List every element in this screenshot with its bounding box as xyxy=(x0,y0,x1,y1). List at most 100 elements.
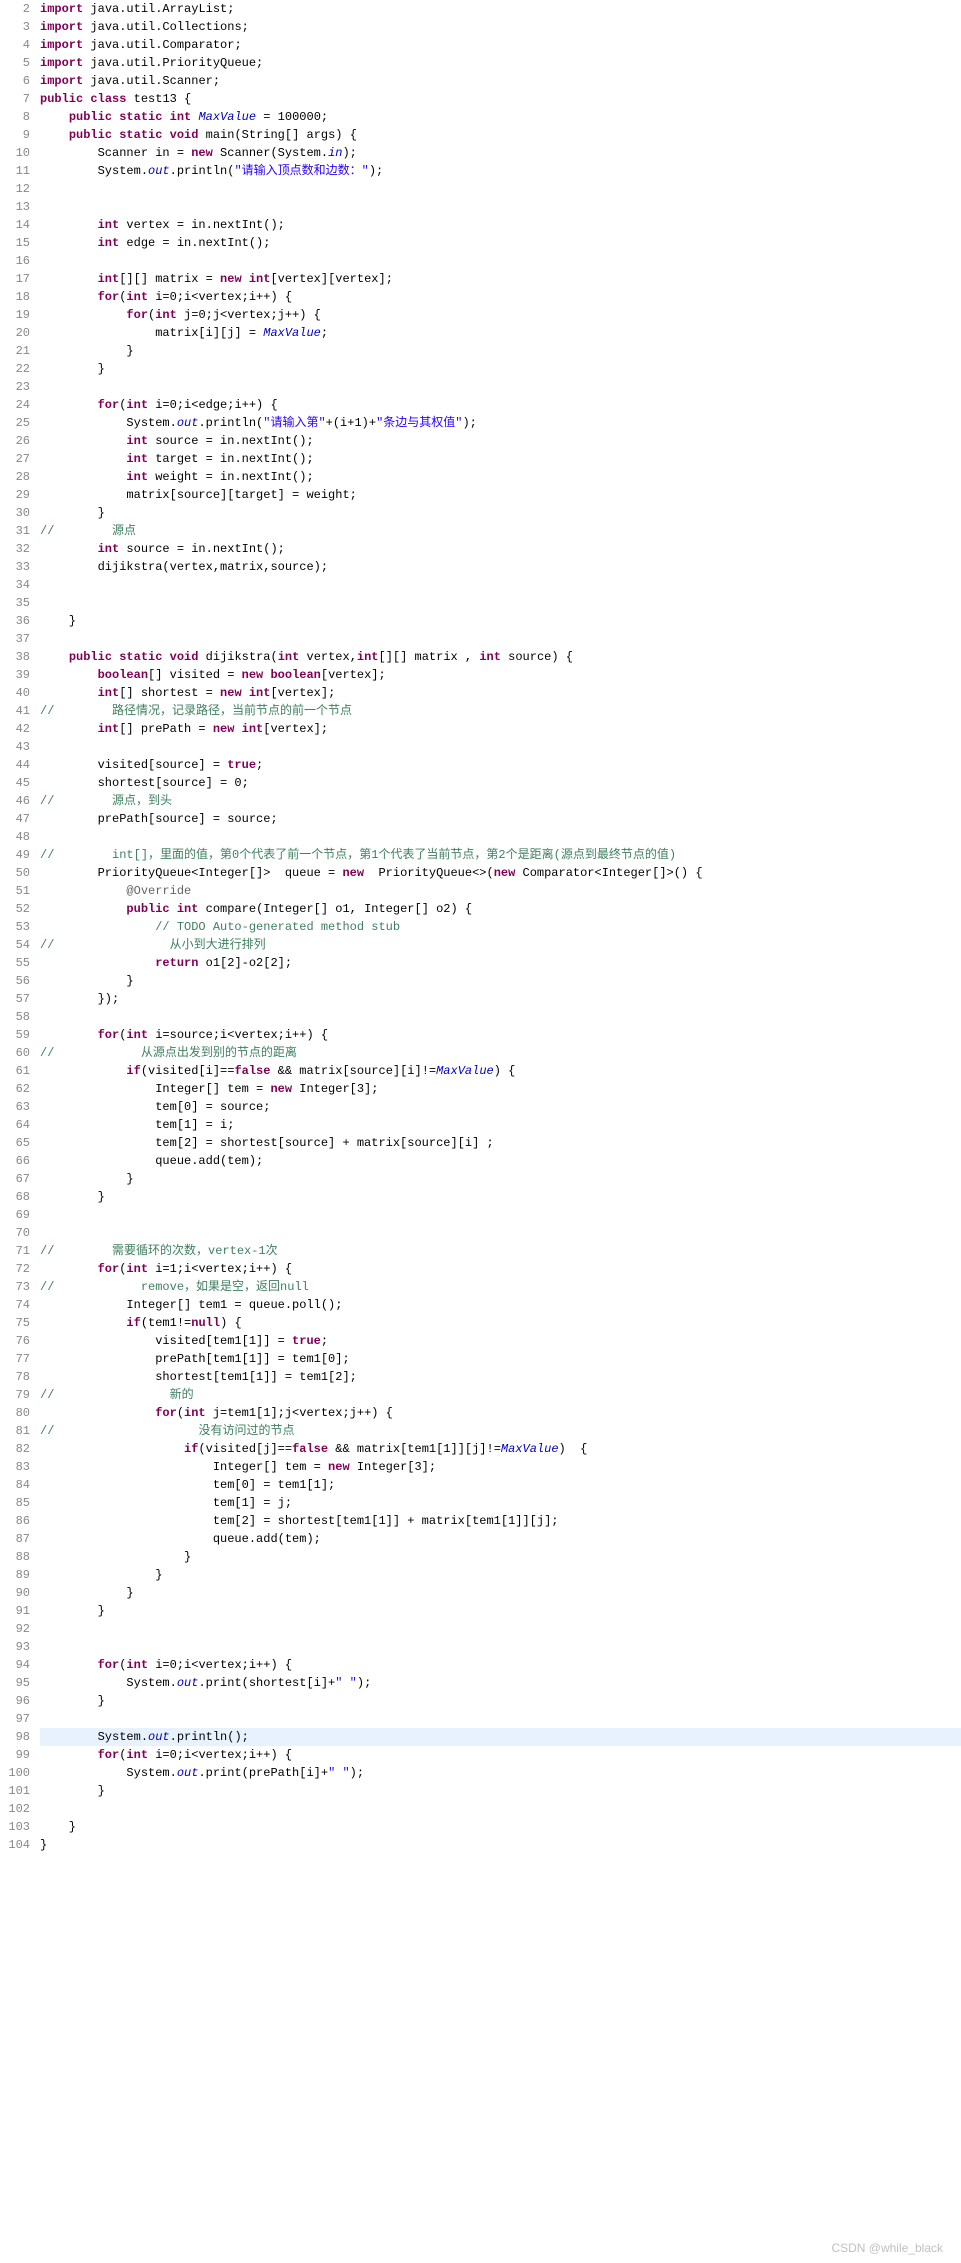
code-line[interactable]: tem[2] = shortest[source] + matrix[sourc… xyxy=(40,1134,961,1152)
code-line[interactable]: for(int j=0;j<vertex;j++) { xyxy=(40,306,961,324)
code-line[interactable] xyxy=(40,1710,961,1728)
code-line[interactable]: System.out.println("请输入顶点数和边数："); xyxy=(40,162,961,180)
code-line[interactable]: Integer[] tem = new Integer[3]; xyxy=(40,1458,961,1476)
code-line[interactable]: // TODO Auto-generated method stub xyxy=(40,918,961,936)
code-line[interactable]: // 源点 xyxy=(40,522,961,540)
code-line[interactable]: int source = in.nextInt(); xyxy=(40,432,961,450)
code-line[interactable] xyxy=(40,180,961,198)
code-line[interactable]: for(int i=0;i<vertex;i++) { xyxy=(40,288,961,306)
code-line[interactable]: } xyxy=(40,1602,961,1620)
code-line[interactable]: if(tem1!=null) { xyxy=(40,1314,961,1332)
code-line[interactable]: } xyxy=(40,1584,961,1602)
code-line[interactable]: // 从源点出发到别的节点的距离 xyxy=(40,1044,961,1062)
code-line[interactable]: queue.add(tem); xyxy=(40,1530,961,1548)
code-line[interactable]: // 从小到大进行排列 xyxy=(40,936,961,954)
code-line[interactable]: } xyxy=(40,1818,961,1836)
code-line[interactable] xyxy=(40,630,961,648)
code-line[interactable]: } xyxy=(40,1782,961,1800)
code-line[interactable] xyxy=(40,1206,961,1224)
code-line[interactable]: // remove，如果是空，返回null xyxy=(40,1278,961,1296)
code-line[interactable]: public static void dijikstra(int vertex,… xyxy=(40,648,961,666)
code-line[interactable]: // 源点，到头 xyxy=(40,792,961,810)
code-line[interactable]: tem[2] = shortest[tem1[1]] + matrix[tem1… xyxy=(40,1512,961,1530)
code-line[interactable]: int[] prePath = new int[vertex]; xyxy=(40,720,961,738)
code-line[interactable]: } xyxy=(40,1692,961,1710)
code-line[interactable]: } xyxy=(40,342,961,360)
code-line[interactable]: Integer[] tem1 = queue.poll(); xyxy=(40,1296,961,1314)
code-area[interactable]: import java.util.ArrayList;import java.u… xyxy=(36,0,961,1854)
code-line[interactable]: System.out.print(prePath[i]+" "); xyxy=(40,1764,961,1782)
code-line[interactable]: int vertex = in.nextInt(); xyxy=(40,216,961,234)
code-line[interactable]: public static void main(String[] args) { xyxy=(40,126,961,144)
code-line[interactable]: matrix[source][target] = weight; xyxy=(40,486,961,504)
code-line[interactable] xyxy=(40,378,961,396)
code-line[interactable]: } xyxy=(40,1548,961,1566)
code-line[interactable] xyxy=(40,1008,961,1026)
code-line[interactable]: // 没有访问过的节点 xyxy=(40,1422,961,1440)
code-line[interactable]: for(int i=0;i<edge;i++) { xyxy=(40,396,961,414)
code-line[interactable] xyxy=(40,828,961,846)
code-line[interactable]: dijikstra(vertex,matrix,source); xyxy=(40,558,961,576)
code-line[interactable]: tem[0] = source; xyxy=(40,1098,961,1116)
code-line[interactable]: for(int i=source;i<vertex;i++) { xyxy=(40,1026,961,1044)
code-line[interactable] xyxy=(40,594,961,612)
code-line[interactable]: } xyxy=(40,360,961,378)
code-line[interactable]: Scanner in = new Scanner(System.in); xyxy=(40,144,961,162)
code-line[interactable]: visited[source] = true; xyxy=(40,756,961,774)
code-line[interactable]: System.out.print(shortest[i]+" "); xyxy=(40,1674,961,1692)
code-line[interactable]: int target = in.nextInt(); xyxy=(40,450,961,468)
code-line[interactable] xyxy=(40,1224,961,1242)
code-line[interactable]: int[] shortest = new int[vertex]; xyxy=(40,684,961,702)
code-line[interactable]: queue.add(tem); xyxy=(40,1152,961,1170)
code-line[interactable]: }); xyxy=(40,990,961,1008)
code-line[interactable]: prePath[source] = source; xyxy=(40,810,961,828)
code-line[interactable]: for(int j=tem1[1];j<vertex;j++) { xyxy=(40,1404,961,1422)
code-line[interactable]: visited[tem1[1]] = true; xyxy=(40,1332,961,1350)
code-line[interactable] xyxy=(40,1800,961,1818)
code-line[interactable] xyxy=(40,1638,961,1656)
code-line[interactable]: import java.util.Collections; xyxy=(40,18,961,36)
code-line[interactable]: prePath[tem1[1]] = tem1[0]; xyxy=(40,1350,961,1368)
code-line[interactable]: return o1[2]-o2[2]; xyxy=(40,954,961,972)
code-line[interactable]: // 路径情况，记录路径，当前节点的前一个节点 xyxy=(40,702,961,720)
code-line[interactable]: } xyxy=(40,972,961,990)
code-line[interactable]: // 新的 xyxy=(40,1386,961,1404)
code-line[interactable]: Integer[] tem = new Integer[3]; xyxy=(40,1080,961,1098)
code-line[interactable]: boolean[] visited = new boolean[vertex]; xyxy=(40,666,961,684)
code-line[interactable] xyxy=(40,738,961,756)
code-line[interactable]: int edge = in.nextInt(); xyxy=(40,234,961,252)
code-line[interactable]: } xyxy=(40,1836,961,1854)
code-line[interactable]: shortest[tem1[1]] = tem1[2]; xyxy=(40,1368,961,1386)
code-line[interactable]: for(int i=0;i<vertex;i++) { xyxy=(40,1656,961,1674)
code-line[interactable]: } xyxy=(40,1170,961,1188)
code-line[interactable] xyxy=(40,576,961,594)
code-line[interactable]: matrix[i][j] = MaxValue; xyxy=(40,324,961,342)
code-line[interactable]: } xyxy=(40,1188,961,1206)
code-line[interactable]: PriorityQueue<Integer[]> queue = new Pri… xyxy=(40,864,961,882)
code-line[interactable]: public static int MaxValue = 100000; xyxy=(40,108,961,126)
code-line[interactable]: for(int i=0;i<vertex;i++) { xyxy=(40,1746,961,1764)
code-line[interactable]: @Override xyxy=(40,882,961,900)
code-line[interactable]: System.out.println(); xyxy=(40,1728,961,1746)
code-line[interactable] xyxy=(40,1620,961,1638)
code-line[interactable]: tem[0] = tem1[1]; xyxy=(40,1476,961,1494)
code-line[interactable] xyxy=(40,198,961,216)
code-line[interactable]: public class test13 { xyxy=(40,90,961,108)
code-line[interactable]: int weight = in.nextInt(); xyxy=(40,468,961,486)
code-line[interactable]: if(visited[i]==false && matrix[source][i… xyxy=(40,1062,961,1080)
code-line[interactable]: shortest[source] = 0; xyxy=(40,774,961,792)
code-line[interactable]: tem[1] = j; xyxy=(40,1494,961,1512)
code-line[interactable]: import java.util.Scanner; xyxy=(40,72,961,90)
code-line[interactable]: } xyxy=(40,504,961,522)
code-line[interactable]: public int compare(Integer[] o1, Integer… xyxy=(40,900,961,918)
code-line[interactable]: // int[]，里面的值，第0个代表了前一个节点，第1个代表了当前节点，第2个… xyxy=(40,846,961,864)
code-line[interactable]: int source = in.nextInt(); xyxy=(40,540,961,558)
code-line[interactable]: System.out.println("请输入第"+(i+1)+"条边与其权值"… xyxy=(40,414,961,432)
code-line[interactable]: import java.util.ArrayList; xyxy=(40,0,961,18)
code-line[interactable]: if(visited[j]==false && matrix[tem1[1]][… xyxy=(40,1440,961,1458)
code-line[interactable]: int[][] matrix = new int[vertex][vertex]… xyxy=(40,270,961,288)
code-line[interactable]: } xyxy=(40,1566,961,1584)
code-line[interactable]: // 需要循环的次数，vertex-1次 xyxy=(40,1242,961,1260)
code-line[interactable]: import java.util.Comparator; xyxy=(40,36,961,54)
code-editor[interactable]: 2345678910111213141516171819202122232425… xyxy=(0,0,961,1854)
